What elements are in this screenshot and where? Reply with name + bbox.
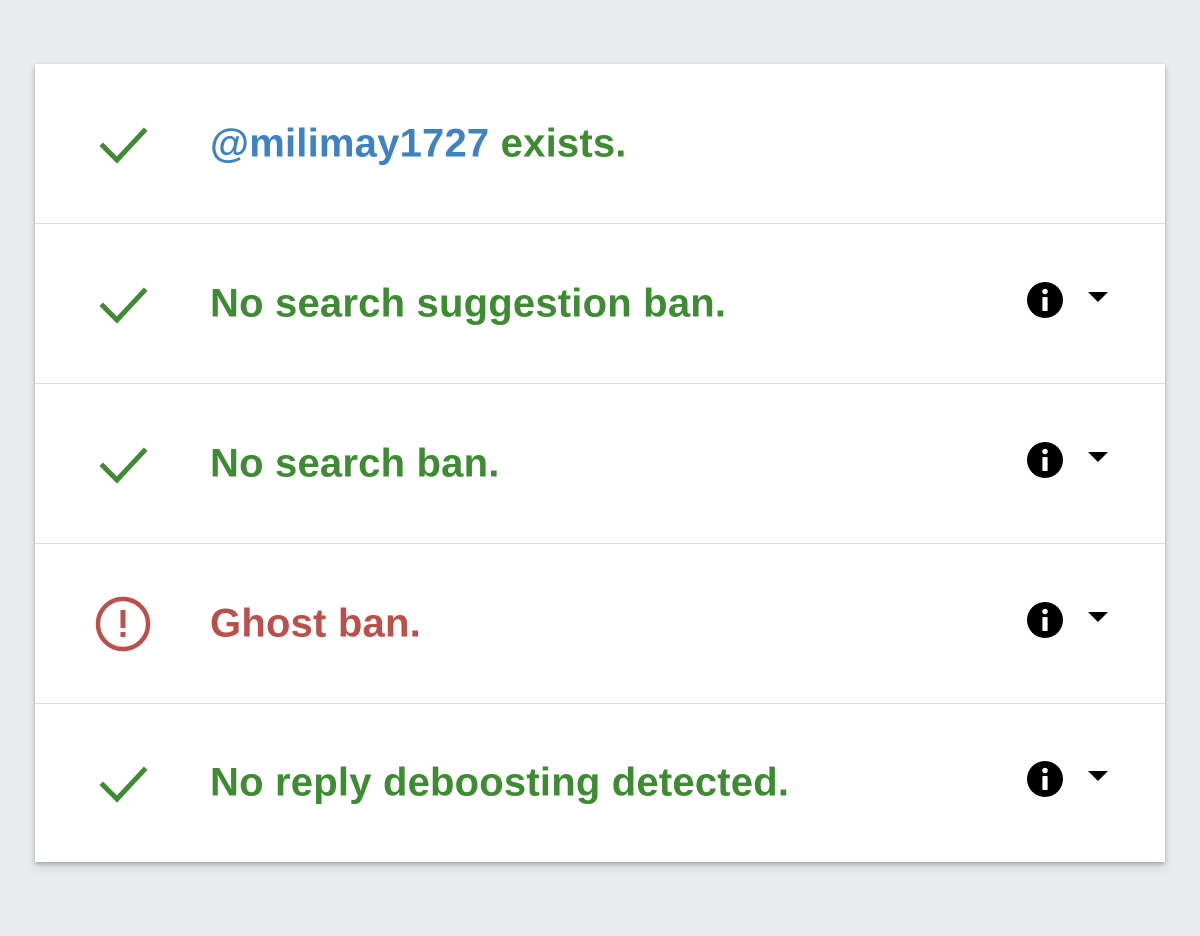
result-row-reply-deboosting: No reply deboosting detected. xyxy=(35,704,1165,862)
check-icon xyxy=(99,766,148,803)
result-text-exists: @milimay1727 exists. xyxy=(210,121,627,166)
result-label: No search suggestion ban. xyxy=(210,281,727,325)
check-icon xyxy=(99,126,148,164)
result-row-search-ban: No search ban. xyxy=(35,384,1165,544)
result-label: No search ban. xyxy=(210,441,500,485)
alert-circle-icon xyxy=(95,596,151,651)
check-icon xyxy=(99,286,148,324)
chevron-down-icon[interactable] xyxy=(1087,290,1109,304)
result-row-exists: @milimay1727 exists. xyxy=(35,64,1165,224)
info-icon[interactable] xyxy=(1025,600,1065,640)
info-icon[interactable] xyxy=(1025,440,1065,480)
result-label: No reply deboosting detected. xyxy=(210,760,790,805)
info-icon[interactable] xyxy=(1025,280,1065,320)
check-icon xyxy=(99,446,148,484)
info-icon[interactable] xyxy=(1025,759,1065,799)
chevron-down-icon[interactable] xyxy=(1087,450,1109,464)
result-label: Ghost ban. xyxy=(210,601,421,645)
result-row-ghost-ban: Ghost ban. xyxy=(35,544,1165,704)
shadowban-results-card: @milimay1727 exists. No search suggestio… xyxy=(35,64,1165,862)
chevron-down-icon[interactable] xyxy=(1087,769,1109,783)
chevron-down-icon[interactable] xyxy=(1087,610,1109,624)
result-label: exists. xyxy=(489,121,627,165)
username-link[interactable]: @milimay1727 xyxy=(210,121,489,165)
result-row-search-suggestion-ban: No search suggestion ban. xyxy=(35,224,1165,384)
